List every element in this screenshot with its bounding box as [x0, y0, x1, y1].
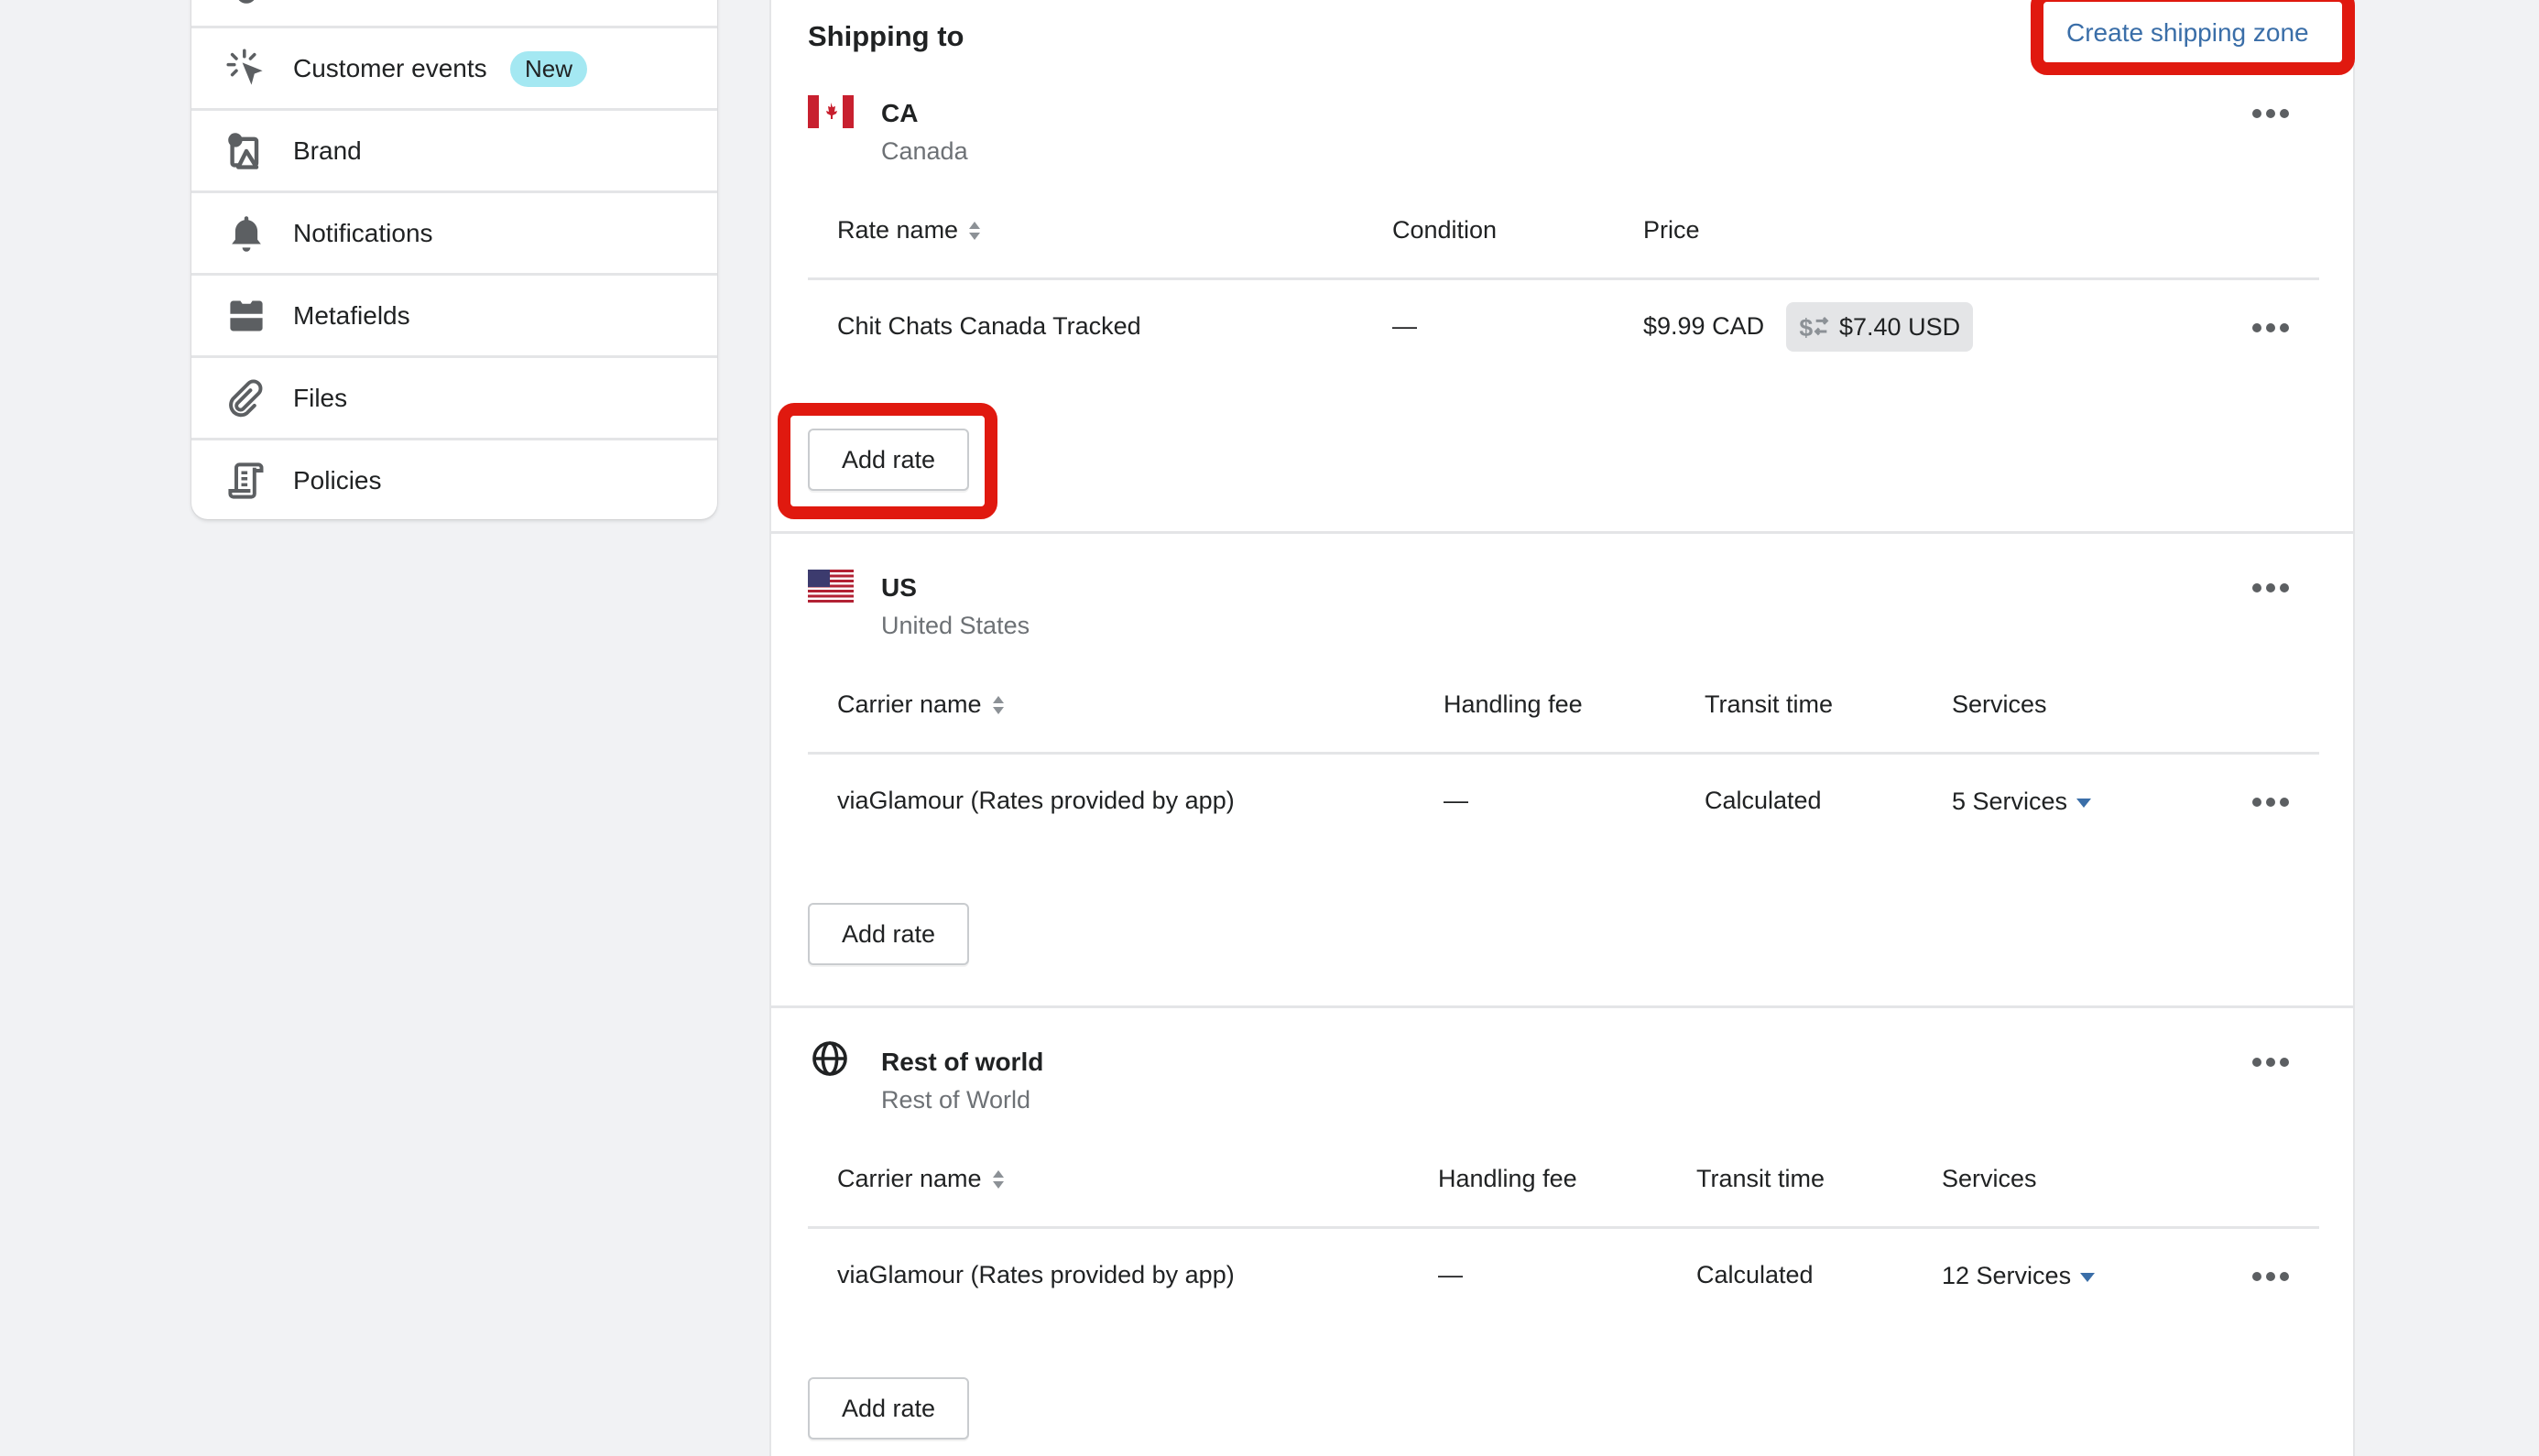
sidebar-item-metafields[interactable]: Metafields — [191, 273, 717, 356]
sort-icon — [992, 1169, 1004, 1190]
column-header-carrier-name[interactable]: Carrier name — [837, 1165, 1004, 1193]
services-dropdown[interactable]: 12 Services — [1942, 1262, 2096, 1290]
sidebar-item-customer-events[interactable]: Customer events New — [191, 26, 717, 109]
row-more-actions[interactable] — [2252, 321, 2289, 334]
row-more-actions[interactable] — [2252, 796, 2289, 809]
zone-code: US — [881, 573, 917, 602]
divider — [808, 752, 2319, 755]
column-header-carrier-name[interactable]: Carrier name — [837, 690, 1004, 719]
metafields-icon — [230, 300, 263, 331]
carrier-name: viaGlamour (Rates provided by app) — [837, 1261, 1235, 1288]
partial-icon — [238, 0, 255, 4]
sidebar-item-label: Files — [293, 384, 348, 412]
column-header-transit-time: Transit time — [1696, 1165, 1825, 1192]
sidebar-item-files[interactable]: Files — [191, 355, 717, 439]
shipping-zones-card: Shipping to Create shipping zone CA Cana… — [769, 0, 2355, 1456]
settings-sidebar: Customer events New Brand Notifications … — [191, 0, 717, 519]
column-header-transit-time: Transit time — [1705, 690, 1834, 718]
converted-price-badge: $ $7.40 USD — [1786, 302, 1974, 352]
section-title: Shipping to — [808, 20, 964, 52]
zone-more-actions[interactable] — [2252, 1056, 2289, 1069]
sidebar-item-label: Metafields — [293, 301, 410, 330]
globe-icon — [812, 1041, 847, 1076]
brand-icon — [228, 133, 259, 169]
zone-divider — [771, 531, 2353, 534]
sidebar-item-label: Policies — [293, 466, 382, 494]
carrier-name: viaGlamour (Rates provided by app) — [837, 787, 1235, 814]
handling-fee: — — [1444, 787, 1468, 814]
bell-icon — [232, 216, 261, 252]
create-shipping-zone-link[interactable]: Create shipping zone — [2066, 18, 2309, 48]
zone-name: United States — [881, 612, 1030, 639]
transit-time: Calculated — [1705, 787, 1822, 814]
zone-code: CA — [881, 99, 919, 127]
sidebar-item-label: Brand — [293, 136, 362, 165]
column-header-handling-fee: Handling fee — [1444, 690, 1583, 718]
sidebar-item-label: Customer events — [293, 54, 487, 82]
handling-fee: — — [1438, 1261, 1463, 1288]
divider — [808, 1226, 2319, 1229]
sidebar-item-label: Notifications — [293, 219, 433, 247]
cursor-click-icon — [226, 49, 263, 85]
us-flag-icon — [808, 570, 854, 603]
zone-more-actions[interactable] — [2252, 107, 2289, 120]
row-more-actions[interactable] — [2252, 1270, 2289, 1283]
rate-condition: — — [1392, 312, 1417, 340]
add-rate-button[interactable]: Add rate — [808, 903, 969, 965]
add-rate-button[interactable]: Add rate — [808, 1377, 969, 1440]
sidebar-item-notifications[interactable]: Notifications — [191, 190, 717, 274]
caret-down-icon — [2076, 798, 2092, 808]
column-header-condition: Condition — [1392, 216, 1498, 244]
converted-price: $7.40 USD — [1839, 312, 1961, 341]
new-badge: New — [510, 50, 588, 87]
column-header-handling-fee: Handling fee — [1438, 1165, 1577, 1192]
zone-more-actions[interactable] — [2252, 581, 2289, 594]
add-rate-button[interactable]: Add rate — [808, 429, 969, 491]
sort-icon — [992, 695, 1004, 716]
zone-name: Canada — [881, 137, 968, 165]
sidebar-item-policies[interactable]: Policies — [191, 438, 717, 519]
rate-price: $9.99 CAD — [1643, 312, 1765, 340]
sidebar-item-brand[interactable]: Brand — [191, 108, 717, 191]
canada-flag-icon — [808, 95, 854, 128]
sort-icon — [969, 221, 981, 242]
divider — [808, 277, 2319, 280]
rate-name: Chit Chats Canada Tracked — [837, 312, 1141, 340]
column-header-services: Services — [1942, 1165, 2037, 1192]
zone-divider — [771, 1005, 2353, 1008]
transit-time: Calculated — [1696, 1261, 1814, 1288]
services-dropdown[interactable]: 5 Services — [1952, 788, 2092, 816]
sidebar-item-partial[interactable] — [191, 0, 717, 26]
paperclip-icon — [229, 379, 263, 418]
zone-name: Rest of World — [881, 1086, 1031, 1114]
column-header-price: Price — [1643, 216, 1700, 244]
zone-code: Rest of world — [881, 1048, 1044, 1076]
column-header-rate-name[interactable]: Rate name — [837, 216, 981, 244]
policy-scroll-icon — [228, 462, 264, 499]
currency-convert-icon: $ — [1799, 314, 1829, 341]
svg-text:$: $ — [1799, 314, 1813, 341]
caret-down-icon — [2080, 1272, 2096, 1282]
column-header-services: Services — [1952, 690, 2047, 718]
